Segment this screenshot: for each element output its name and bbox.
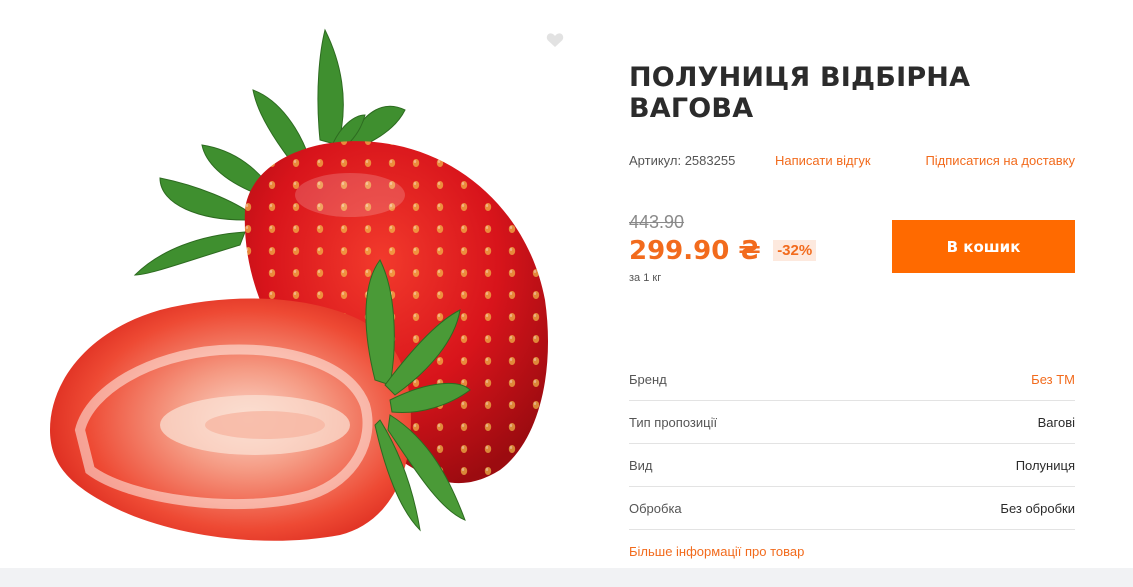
- spec-value: Вагові: [1037, 414, 1075, 430]
- spec-row-offer-type: Тип пропозиції Вагові: [629, 401, 1075, 444]
- product-image-area: [20, 20, 580, 568]
- write-review-link[interactable]: Написати відгук: [775, 153, 871, 168]
- current-price: 299.90 ₴: [629, 236, 761, 266]
- spec-value: Полуниця: [1015, 457, 1075, 473]
- sku-text: Артикул: 2583255: [629, 153, 736, 168]
- spec-label: Бренд: [629, 371, 667, 387]
- heart-icon[interactable]: [546, 32, 564, 48]
- spec-row-kind: Вид Полуниця: [629, 444, 1075, 487]
- subscribe-delivery-link[interactable]: Підписатися на доставку: [925, 153, 1075, 168]
- spec-value: Без обробки: [1000, 500, 1075, 516]
- discount-badge: -32%: [773, 240, 817, 261]
- price-unit: за 1 кг: [629, 272, 662, 284]
- spec-label: Вид: [629, 457, 653, 473]
- product-page: ПОЛУНИЦЯ ВІДБІРНА ВАГОВА Артикул: 258325…: [0, 0, 1133, 587]
- spec-row-brand: Бренд Без ТМ: [629, 358, 1075, 401]
- more-info-link[interactable]: Більше інформації про товар: [629, 544, 804, 559]
- spec-label: Обробка: [629, 500, 682, 516]
- old-price: 443.90: [629, 212, 685, 232]
- brand-link[interactable]: Без ТМ: [1031, 372, 1075, 387]
- specs-table: Бренд Без ТМ Тип пропозиції Вагові Вид П…: [629, 358, 1075, 530]
- add-to-cart-button[interactable]: В кошик: [892, 220, 1075, 273]
- product-title: ПОЛУНИЦЯ ВІДБІРНА ВАГОВА: [629, 62, 971, 124]
- footer-band: [0, 568, 1133, 587]
- price-row: 299.90 ₴ -32%: [629, 236, 817, 270]
- spec-row-processing: Обробка Без обробки: [629, 487, 1075, 530]
- product-meta: Артикул: 2583255 Написати відгук Підписа…: [629, 153, 1075, 173]
- spec-label: Тип пропозиції: [629, 414, 718, 430]
- product-image: [50, 28, 548, 541]
